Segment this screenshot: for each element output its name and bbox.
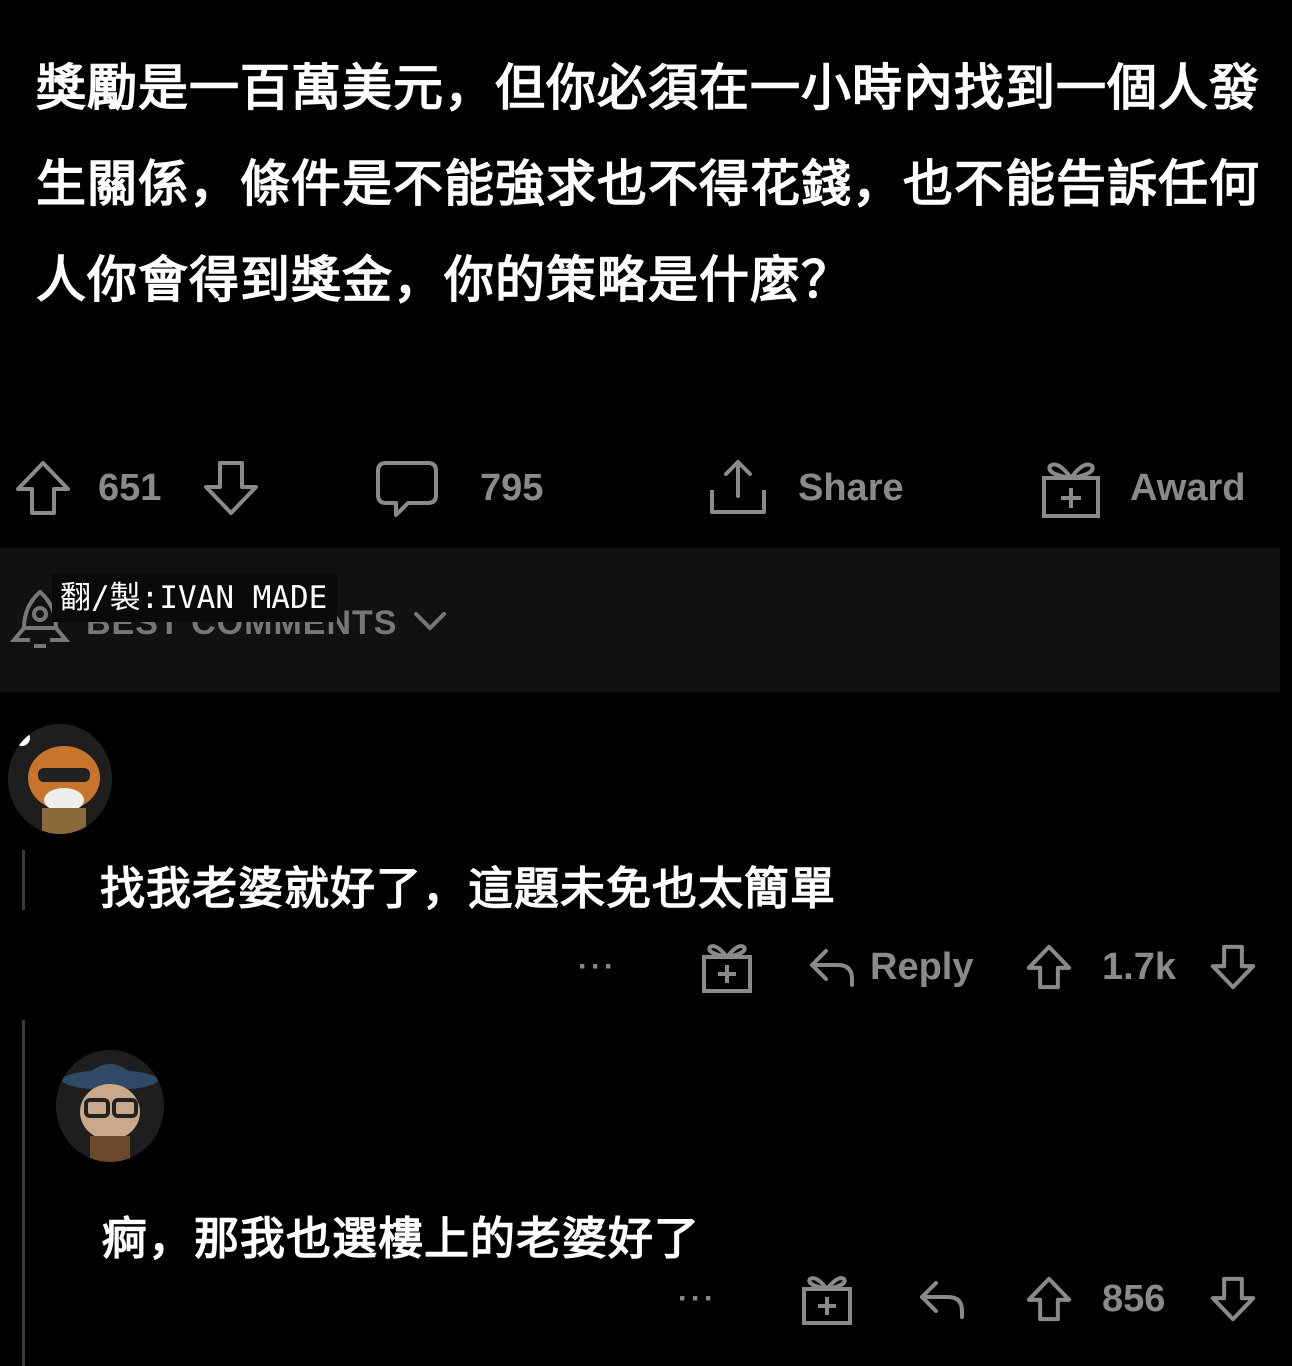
reply-label: Reply: [870, 945, 974, 988]
post-action-bar: 651 795 Share Award: [0, 448, 1292, 528]
comment-count: 795: [480, 466, 544, 509]
reply-button[interactable]: [916, 1264, 966, 1334]
award-button[interactable]: [700, 932, 754, 1002]
downvote-button[interactable]: [1208, 932, 1258, 1002]
reply-arrow-icon: [920, 1281, 964, 1319]
hat-avatar-icon: [56, 1050, 164, 1162]
comments-button[interactable]: [374, 448, 440, 528]
award-label: Award: [1130, 466, 1246, 509]
arrow-down-outline-icon: [1210, 1276, 1256, 1322]
arrow-down-outline-icon: [1210, 944, 1256, 990]
downvote-button[interactable]: [200, 448, 262, 528]
share-label: Share: [798, 466, 904, 509]
comment-actions: ··· Reply 1.7k: [0, 932, 1292, 1002]
upvote-button[interactable]: [1024, 1264, 1074, 1334]
share-button[interactable]: Share: [706, 448, 904, 528]
avatar[interactable]: [56, 1050, 164, 1162]
arrow-up-outline-icon: [1026, 1276, 1072, 1322]
vote-count: 856: [1102, 1277, 1166, 1320]
share-upload-icon: [710, 460, 766, 514]
arrow-up-outline-icon: [1026, 944, 1072, 990]
thread-line[interactable]: [22, 850, 25, 910]
more-options-button[interactable]: ···: [578, 932, 617, 1002]
downvote-button[interactable]: [1208, 1264, 1258, 1334]
reply-arrow-icon: [810, 949, 854, 987]
comment-actions: ··· 856: [0, 1264, 1292, 1334]
tiger-avatar-icon: [8, 724, 112, 834]
comment-body: 找我老婆就好了，這題未免也太簡單: [100, 862, 837, 915]
award-button[interactable]: [800, 1264, 854, 1334]
upvote-button[interactable]: [12, 448, 74, 528]
avatar[interactable]: [8, 724, 112, 834]
arrow-down-outline-icon[interactable]: [200, 457, 262, 519]
comment-body: 痾，那我也選樓上的老婆好了: [102, 1212, 701, 1265]
upvote-button[interactable]: [1024, 932, 1074, 1002]
more-options-button[interactable]: ···: [678, 1264, 717, 1334]
arrow-up-outline-icon[interactable]: [12, 457, 74, 519]
speech-bubble-icon: [376, 461, 438, 517]
vote-count: 651: [98, 466, 162, 509]
reply-button[interactable]: Reply: [806, 932, 973, 1002]
post-title: 獎勵是一百萬美元，但你必須在一小時內找到一個人發生關係，條件是不能強求也不得花錢…: [36, 59, 1260, 309]
chevron-down-icon[interactable]: [412, 610, 448, 634]
gift-award-icon: [802, 1276, 852, 1325]
award-button[interactable]: Award: [1040, 448, 1245, 528]
gift-award-icon: [1042, 462, 1100, 518]
watermark-label: 翻/製:IVAN MADE: [52, 574, 338, 622]
vote-count: 1.7k: [1102, 945, 1176, 988]
gift-award-icon: [702, 944, 752, 993]
